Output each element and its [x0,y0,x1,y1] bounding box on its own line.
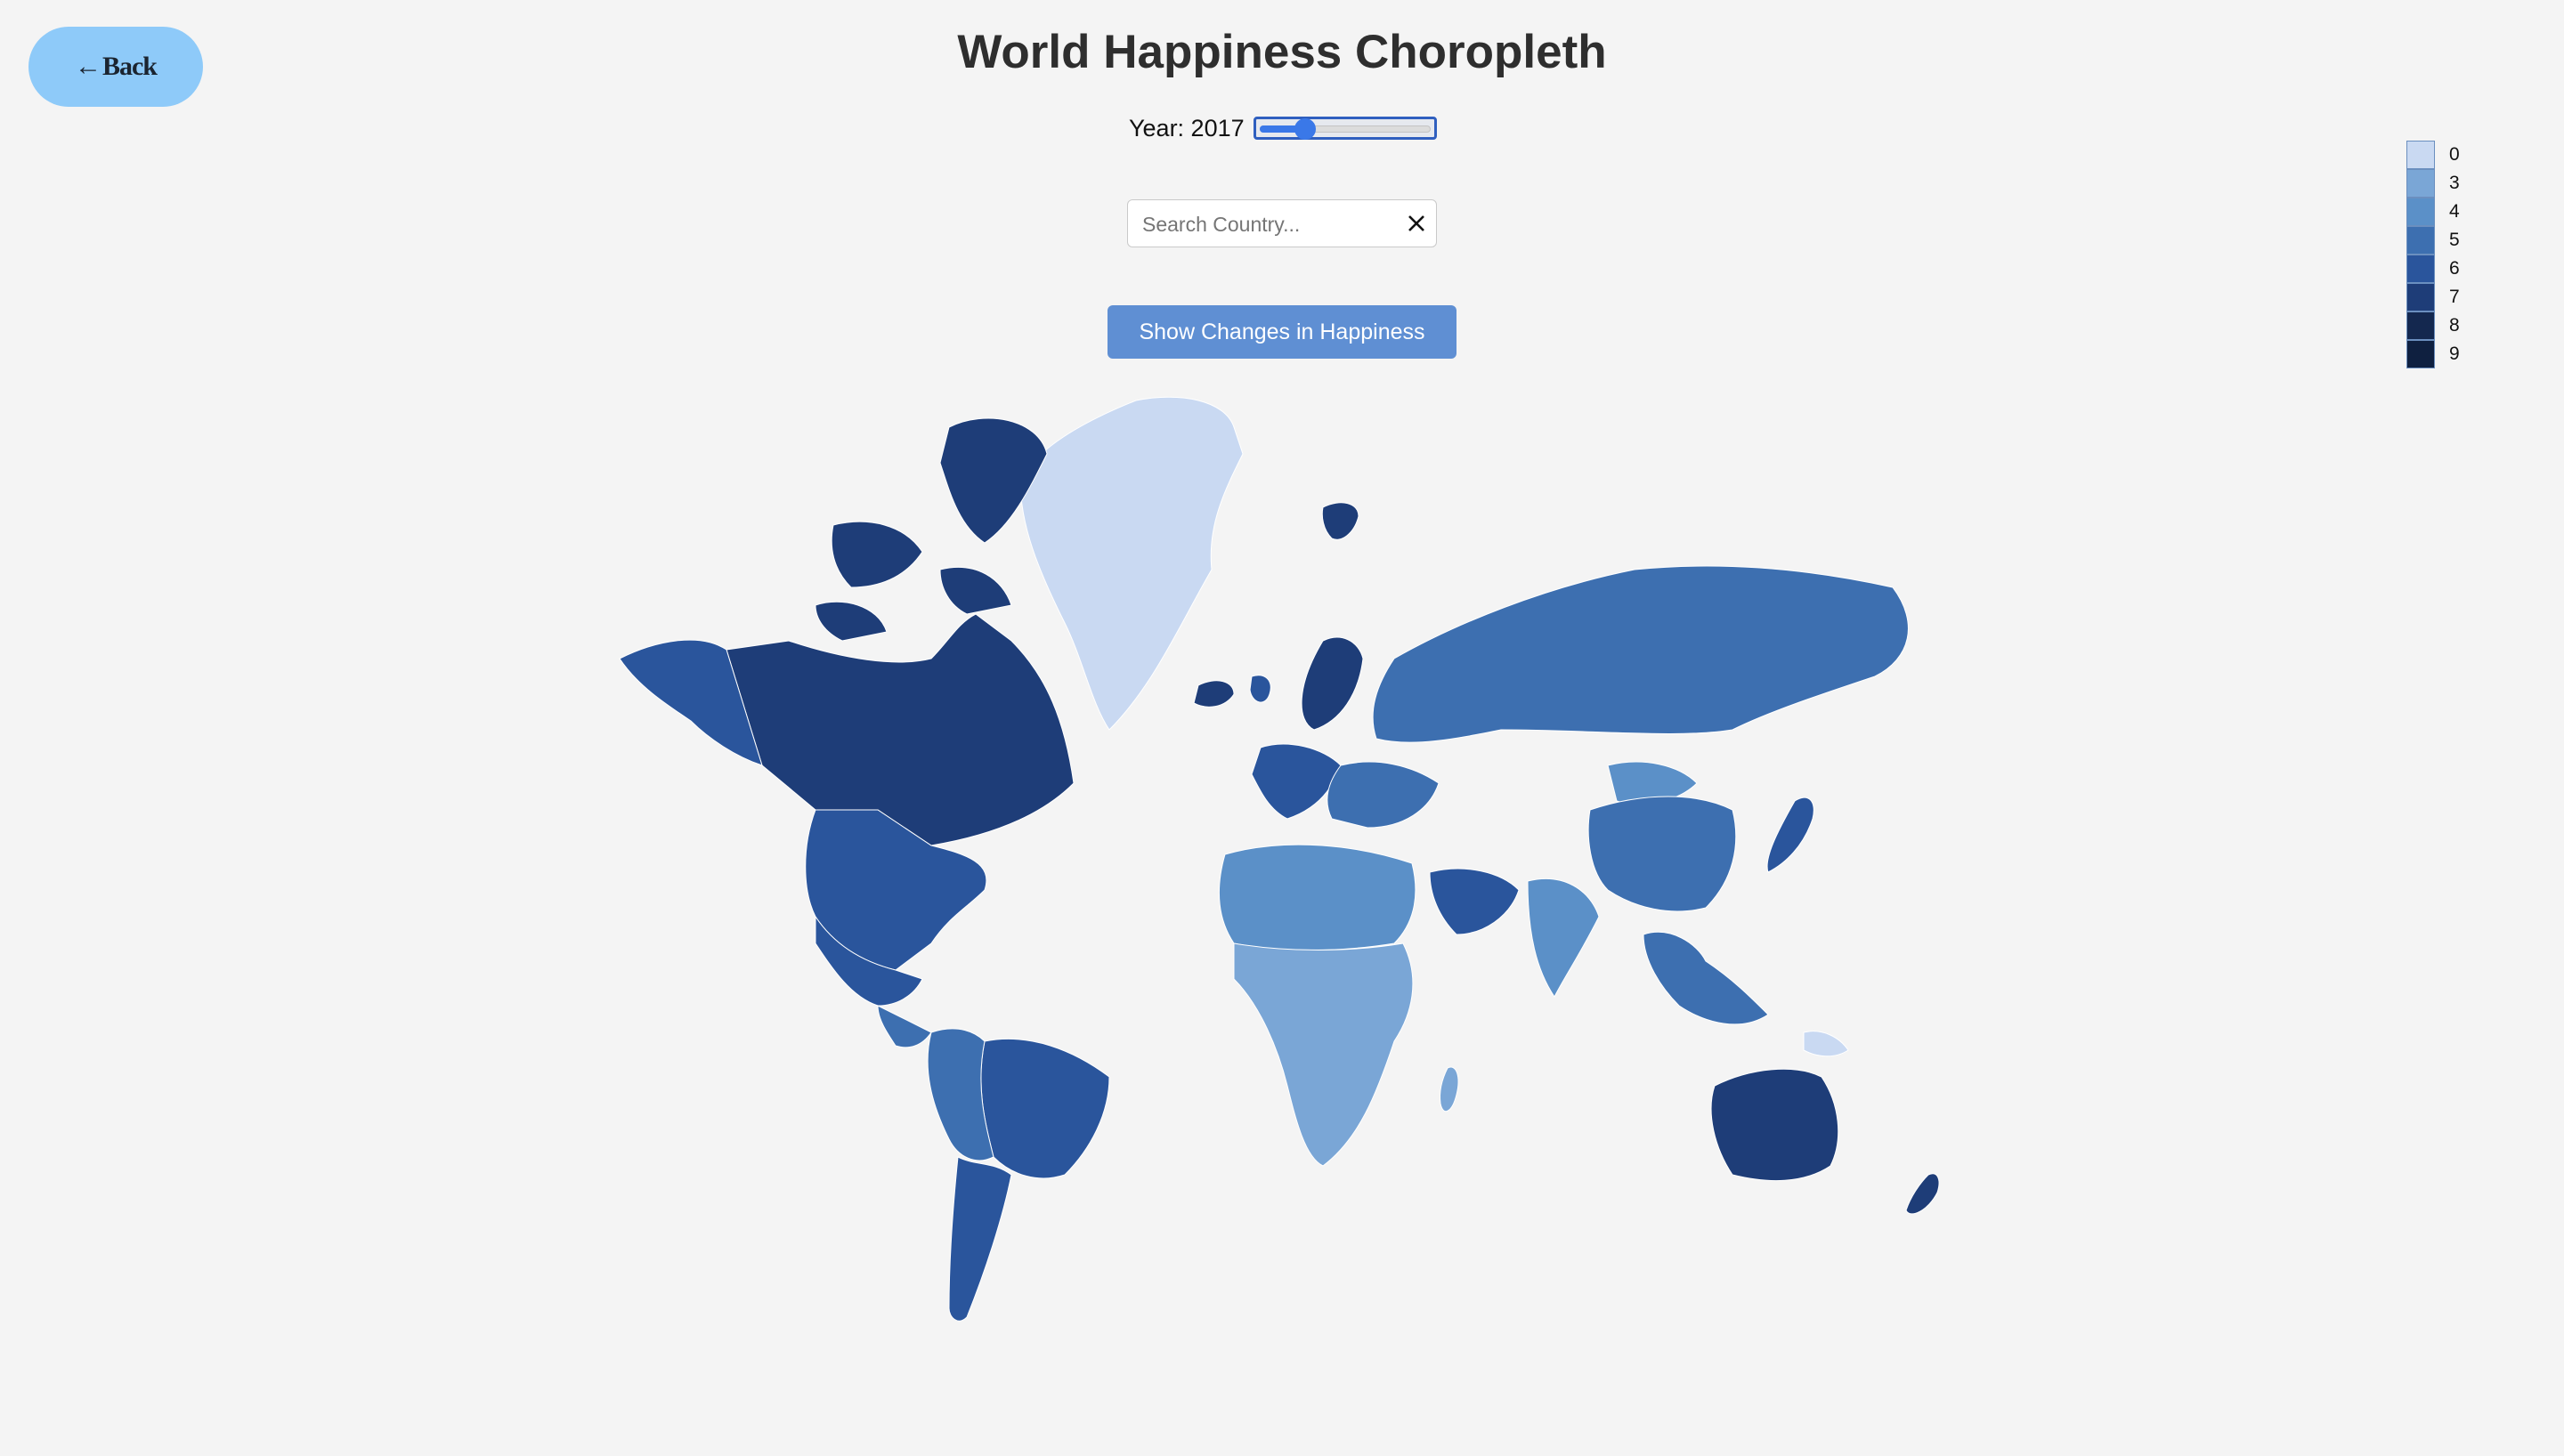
country-japan[interactable] [1766,797,1814,873]
country-scandinavia[interactable] [1321,502,1359,540]
legend-label: 0 [2449,144,2460,165]
country-arabian-peninsula[interactable] [1429,868,1520,935]
page-title: World Happiness Choropleth [957,26,1607,78]
country-australia[interactable] [1710,1068,1839,1181]
legend-label: 6 [2449,258,2460,279]
legend-label: 9 [2449,344,2460,364]
country-iceland[interactable] [1193,680,1235,708]
legend-item: 6 [2406,255,2460,283]
country-china[interactable] [1587,796,1737,912]
country-north-africa[interactable] [1219,844,1416,950]
year-label: Year: 2017 [1129,114,1245,142]
world-map [619,396,1940,1322]
legend-item: 8 [2406,311,2460,340]
legend-swatch [2406,340,2435,368]
year-control: Year: 2017 [1129,110,1437,146]
legend-item: 5 [2406,226,2460,255]
legend-label: 8 [2449,315,2460,336]
country-western-europe[interactable] [1251,743,1342,820]
country-sub-saharan-africa[interactable] [1233,942,1414,1167]
legend-swatch [2406,141,2435,169]
country-eastern-europe[interactable] [1327,761,1440,829]
show-changes-button[interactable]: Show Changes in Happiness [1108,305,1456,359]
legend-swatch [2406,283,2435,311]
legend-swatch [2406,255,2435,283]
legend-item: 9 [2406,340,2460,368]
legend-item: 0 [2406,141,2460,169]
country-central-america[interactable] [877,1005,932,1048]
legend-swatch [2406,226,2435,255]
search-box [1127,199,1437,248]
clear-icon[interactable] [1404,211,1429,236]
country-western-europe[interactable] [1249,675,1271,703]
country-new-zealand[interactable] [1905,1173,1940,1215]
country-scandinavia[interactable] [1301,636,1364,731]
country-canada[interactable] [726,613,1075,846]
legend-item: 3 [2406,169,2460,198]
year-slider[interactable] [1253,117,1437,140]
legend-swatch [2406,198,2435,226]
legend-label: 3 [2449,173,2460,193]
country-brazil[interactable] [980,1038,1110,1179]
country-papua-new-guinea[interactable] [1803,1031,1849,1057]
country-south-asia[interactable] [1527,878,1600,998]
legend-item: 7 [2406,283,2460,311]
legend-label: 7 [2449,287,2460,307]
legend-swatch [2406,169,2435,198]
country-canada[interactable] [939,566,1012,615]
country-canada[interactable] [831,521,923,588]
legend-item: 4 [2406,198,2460,226]
search-input[interactable] [1140,200,1393,248]
legend-label: 5 [2449,230,2460,250]
legend-swatch [2406,311,2435,340]
color-legend: 0 3 4 5 6 7 8 9 [2406,141,2460,368]
legend-label: 4 [2449,201,2460,222]
year-slider-thumb[interactable] [1294,118,1317,140]
country-madagascar[interactable] [1440,1066,1459,1112]
country-greenland[interactable] [1019,396,1244,731]
country-russia[interactable] [1372,565,1909,743]
country-southern-cone[interactable] [948,1156,1012,1322]
country-southeast-asia[interactable] [1643,931,1769,1025]
country-canada[interactable] [815,601,888,642]
